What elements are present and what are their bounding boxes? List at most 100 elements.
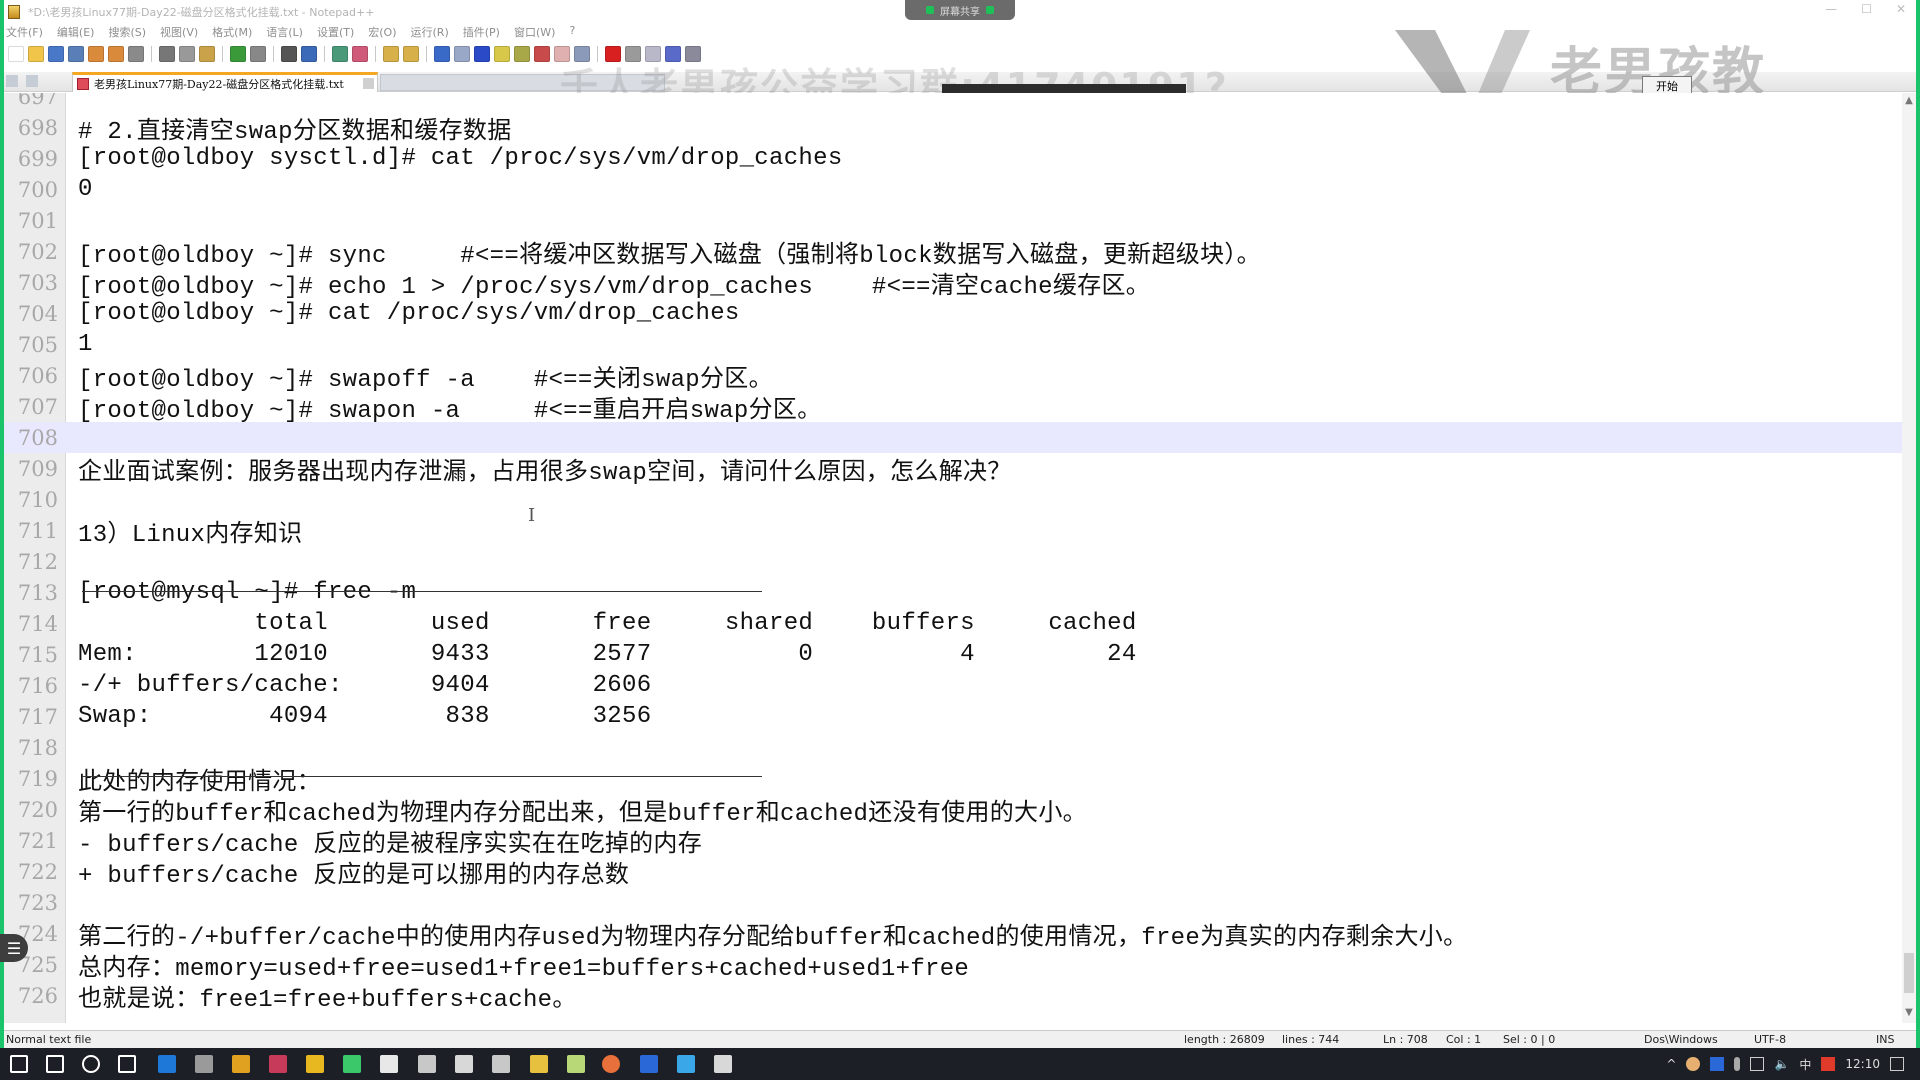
- print-icon[interactable]: [128, 46, 144, 62]
- scroll-down-icon[interactable]: ▼: [1902, 1007, 1916, 1021]
- zoom-in-icon[interactable]: [332, 46, 348, 62]
- tray-sogou-icon[interactable]: [1821, 1057, 1836, 1071]
- editor-line[interactable]: 703 [root@oldboy ~]# echo 1 > /proc/sys/v…: [4, 267, 1904, 301]
- editor-line[interactable]: 701: [4, 205, 1904, 236]
- app-blue2-icon[interactable]: [640, 1055, 658, 1073]
- app-mail-icon[interactable]: [418, 1055, 436, 1073]
- menu-search[interactable]: 搜索(S): [108, 24, 146, 42]
- editor-area[interactable]: 697 698 # 2.直接清空swap分区数据和缓存数据 699 [root@oldb…: [4, 93, 1904, 1023]
- editor-line[interactable]: 725 总内存：memory=used+free=used1+free1=buff…: [4, 949, 1904, 983]
- menu-settings[interactable]: 设置(T): [317, 24, 354, 42]
- editor-line[interactable]: 698 # 2.直接清空swap分区数据和缓存数据: [4, 112, 1904, 146]
- maximize-button[interactable]: ☐: [1861, 2, 1872, 16]
- doc-map-icon[interactable]: [514, 46, 530, 62]
- editor-line[interactable]: 716 -/+ buffers/cache: 9404 2606: [4, 670, 1904, 701]
- indent-guide-icon[interactable]: [474, 46, 490, 62]
- tray-microphone-icon[interactable]: [1734, 1057, 1741, 1071]
- open-file-icon[interactable]: [28, 46, 44, 62]
- tray-expand-icon[interactable]: ^: [1666, 1057, 1676, 1071]
- show-all-chars-icon[interactable]: [454, 46, 470, 62]
- tray-network-icon[interactable]: [1750, 1057, 1765, 1071]
- editor-line[interactable]: 707 [root@oldboy ~]# swapon -a #<==重启开启sw…: [4, 391, 1904, 425]
- word-wrap-icon[interactable]: [434, 46, 450, 62]
- editor-line[interactable]: 704 [root@oldboy ~]# cat /proc/sys/vm/dro…: [4, 298, 1904, 329]
- copy-icon[interactable]: [179, 46, 195, 62]
- camera-icon[interactable]: [492, 1055, 510, 1073]
- undo-icon[interactable]: [230, 46, 246, 62]
- editor-line[interactable]: 719 此处的内存使用情况：: [4, 763, 1904, 797]
- app-tool-icon[interactable]: [195, 1055, 213, 1073]
- cut-icon[interactable]: [159, 46, 175, 62]
- tab-list-icon[interactable]: [6, 75, 18, 87]
- editor-line[interactable]: 709 企业面试案例：服务器出现内存泄漏，占用很多swap空间，请问什么原因，怎么…: [4, 453, 1904, 487]
- tab-active-file[interactable]: 老男孩Linux77期-Day22-磁盘分区格式化挂载.txt: [72, 72, 378, 92]
- menu-window[interactable]: 窗口(W): [514, 24, 555, 42]
- notepad-icon[interactable]: [567, 1055, 585, 1073]
- save-icon[interactable]: [48, 46, 64, 62]
- vertical-scrollbar[interactable]: ▲ ▼: [1902, 93, 1916, 1023]
- menu-format[interactable]: 格式(M): [212, 24, 252, 42]
- redo-icon[interactable]: [250, 46, 266, 62]
- tray-ime-indicator[interactable]: 中: [1799, 1056, 1811, 1073]
- notification-center-icon[interactable]: [1890, 1057, 1904, 1071]
- editor-line[interactable]: 726 也就是说：free1=free+buffers+cache。: [4, 980, 1904, 1014]
- editor-line[interactable]: 700 0: [4, 174, 1904, 205]
- define-language-icon[interactable]: [494, 46, 510, 62]
- new-file-icon[interactable]: [8, 46, 24, 62]
- tray-volume-icon[interactable]: 🔈: [1774, 1057, 1789, 1071]
- zoom-out-icon[interactable]: [352, 46, 368, 62]
- editor-line[interactable]: 723: [4, 887, 1904, 918]
- editor-line[interactable]: 717 Swap: 4094 838 3256: [4, 701, 1904, 732]
- menu-help[interactable]: ?: [569, 24, 575, 42]
- qq-icon[interactable]: [380, 1055, 398, 1073]
- replace-icon[interactable]: [301, 46, 317, 62]
- tray-network-app-icon[interactable]: [1710, 1057, 1725, 1071]
- editor-line[interactable]: 715 Mem: 12010 9433 2577 0 4 24: [4, 639, 1904, 670]
- task-view-icon[interactable]: [118, 1055, 136, 1073]
- editor-line[interactable]: 702 [root@oldboy ~]# sync #<==将缓冲区数据写入磁盘（…: [4, 236, 1904, 270]
- menu-file[interactable]: 文件(F): [6, 24, 43, 42]
- tab-close-icon[interactable]: [363, 78, 374, 89]
- close-button[interactable]: ✕: [1896, 2, 1906, 16]
- editor-line[interactable]: 724 第二行的-/+buffer/cache中的使用内存used为物理内存分配给…: [4, 918, 1904, 952]
- editor-line[interactable]: 712: [4, 546, 1904, 577]
- menu-language[interactable]: 语言(L): [266, 24, 303, 42]
- sync-vertical-icon[interactable]: [383, 46, 399, 62]
- save-all-icon[interactable]: [68, 46, 84, 62]
- tab-scroll-icon[interactable]: [26, 75, 38, 87]
- cortana-icon[interactable]: [82, 1055, 100, 1073]
- scroll-up-icon[interactable]: ▲: [1902, 95, 1916, 109]
- editor-line[interactable]: 718: [4, 732, 1904, 763]
- close-icon[interactable]: [88, 46, 104, 62]
- menu-view[interactable]: 视图(V): [160, 24, 198, 42]
- side-panel-toggle-icon[interactable]: ☰: [0, 934, 28, 962]
- editor-line[interactable]: 713 [root@mysql ~]# free -m: [4, 577, 1904, 608]
- scrollbar-thumb[interactable]: [1904, 953, 1914, 993]
- paste-icon[interactable]: [199, 46, 215, 62]
- app-red-icon[interactable]: [269, 1055, 287, 1073]
- app-file-icon[interactable]: [714, 1055, 732, 1073]
- tray-clock[interactable]: 12:10: [1845, 1057, 1880, 1071]
- menu-run[interactable]: 运行(R): [411, 24, 449, 42]
- editor-line[interactable]: 708: [4, 422, 1904, 453]
- app-doc-icon[interactable]: [455, 1055, 473, 1073]
- minimize-button[interactable]: —: [1825, 2, 1837, 16]
- menu-plugins[interactable]: 插件(P): [463, 24, 500, 42]
- editor-line[interactable]: 705 1: [4, 329, 1904, 360]
- editor-line[interactable]: 721- buffers/cache 反应的是被程序实实在在吃掉的内存: [4, 825, 1904, 859]
- editor-line[interactable]: 711 13）Linux内存知识: [4, 515, 1904, 549]
- editor-line[interactable]: 706 [root@oldboy ~]# swapoff -a #<==关闭swa…: [4, 360, 1904, 394]
- editor-line[interactable]: 699 [root@oldboy sysctl.d]# cat /proc/sys…: [4, 143, 1904, 174]
- editor-line[interactable]: 710: [4, 484, 1904, 515]
- tray-app-icon[interactable]: [1686, 1057, 1701, 1071]
- menu-edit[interactable]: 编辑(E): [57, 24, 95, 42]
- chrome-icon[interactable]: [232, 1055, 250, 1073]
- app-blue-icon[interactable]: [158, 1055, 176, 1073]
- wechat-icon[interactable]: [343, 1055, 361, 1073]
- editor-line[interactable]: 722 + buffers/cache 反应的是可以挪用的内存总数: [4, 856, 1904, 890]
- sync-horizontal-icon[interactable]: [403, 46, 419, 62]
- find-icon[interactable]: [281, 46, 297, 62]
- ie-icon[interactable]: [677, 1055, 695, 1073]
- folder-icon[interactable]: [530, 1055, 548, 1073]
- function-list-icon[interactable]: [534, 46, 550, 62]
